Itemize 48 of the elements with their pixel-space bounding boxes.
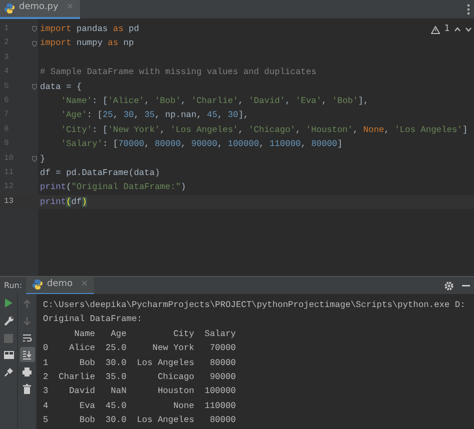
soft-wrap-icon bbox=[22, 332, 32, 342]
trash-icon bbox=[22, 384, 32, 394]
code-line: # Sample DataFrame with missing values and duplicates bbox=[40, 66, 316, 80]
scroll-to-end-icon bbox=[22, 350, 32, 360]
minimize-icon[interactable] bbox=[462, 284, 470, 286]
more-icon[interactable] bbox=[467, 4, 470, 14]
python-file-icon bbox=[32, 279, 44, 290]
fold-icon[interactable] bbox=[32, 40, 37, 47]
run-tab[interactable]: demo × bbox=[26, 276, 94, 294]
code-line: data = { bbox=[40, 80, 82, 94]
code-line: print(df) bbox=[40, 196, 87, 209]
code-line: 'Salary': [70000, 80000, 90000, 100000, 110000, 80000] bbox=[60, 138, 342, 152]
console-line: 2 Charlie 35.0 Chicago 90000 bbox=[43, 370, 237, 384]
console-line: Original DataFrame: bbox=[43, 313, 144, 326]
console-line: 5 Bob 30.0 Los Angeles 80000 bbox=[43, 414, 237, 428]
code-line: print("Original DataFrame:") bbox=[40, 181, 186, 194]
pin-icon[interactable] bbox=[4, 367, 14, 377]
warning-count: 1 bbox=[444, 23, 450, 36]
code-line: df = pd.DataFrame(data) bbox=[40, 166, 160, 180]
console-line: 4 Eva 45.0 None 110000 bbox=[43, 400, 237, 413]
file-tab[interactable]: demo.py × bbox=[0, 0, 80, 18]
code-line: 'Age': [25, 30, 35, np.nan, 45, 30], bbox=[60, 109, 249, 122]
warning-icon[interactable] bbox=[431, 26, 440, 34]
chevron-down-icon[interactable] bbox=[465, 27, 472, 32]
code-line: import pandas as pd bbox=[40, 23, 140, 36]
arrow-up-icon bbox=[22, 298, 32, 308]
code-line: } bbox=[40, 152, 46, 166]
wrench-icon[interactable] bbox=[4, 316, 14, 326]
console-line: 1 Bob 30.0 Los Angeles 80000 bbox=[43, 356, 237, 370]
code-line: 'Name': ['Alice', 'Bob', 'Charlie', 'David', 'Eva', 'Bob'], bbox=[60, 94, 369, 108]
code-line: 'City': ['New York', 'Los Angeles', 'Chicago', 'Houston', None, 'Los Angeles'] bbox=[60, 124, 468, 137]
line-number: 13 bbox=[3, 196, 14, 208]
settings-icon[interactable] bbox=[444, 280, 454, 290]
run-icon[interactable] bbox=[4, 298, 13, 308]
console-line: C:\Users\deepika\PycharmProjects\PROJECT\pythonProjectimage\Scripts\python.exe D: bbox=[43, 299, 466, 312]
arrow-down-icon bbox=[22, 316, 32, 326]
python-file-icon bbox=[4, 2, 15, 14]
console-line: Name Age City Salary bbox=[73, 328, 237, 341]
fold-icon[interactable] bbox=[32, 84, 37, 90]
run-label: Run: bbox=[3, 280, 24, 292]
fold-icon[interactable] bbox=[32, 156, 37, 162]
chevron-up-icon[interactable] bbox=[454, 27, 461, 32]
fold-icon[interactable] bbox=[32, 26, 37, 32]
console-line: 0 Alice 25.0 New York 70000 bbox=[43, 342, 237, 356]
console-line: 3 David NaN Houston 100000 bbox=[43, 385, 237, 398]
layout-icon[interactable] bbox=[4, 351, 14, 359]
code-line: import numpy as np bbox=[40, 37, 134, 50]
scroll-to-end-button[interactable] bbox=[20, 347, 34, 362]
